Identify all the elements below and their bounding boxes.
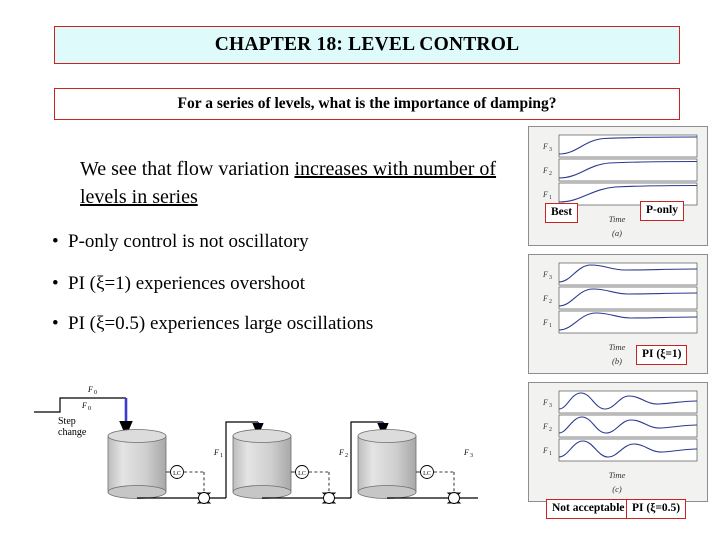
svg-text:1: 1	[220, 453, 223, 459]
process-label-f2: F	[338, 448, 344, 457]
callout-p-only: P-only	[640, 201, 684, 221]
svg-text:0: 0	[88, 406, 91, 412]
plot-b-ytick-f2: F	[542, 294, 548, 303]
plot-c-xlabel: Time	[609, 470, 626, 480]
plot-b-ytick-f3: F	[542, 270, 548, 279]
lead-paragraph-prefix: We see that flow variation	[80, 158, 295, 180]
plot-b-xlabel: Time	[609, 342, 626, 352]
process-label-lc-1: LC	[173, 471, 181, 477]
process-label-f1: F	[213, 448, 219, 457]
slide-subtitle: For a series of levels, what is the impo…	[177, 95, 557, 112]
svg-text:2: 2	[549, 299, 552, 305]
svg-text:0: 0	[94, 390, 97, 396]
plot-c-caption: (c)	[612, 484, 622, 494]
process-label-lc-3: LC	[423, 471, 431, 477]
svg-text:2: 2	[345, 453, 348, 459]
plot-panel-c: F 3 F 2 F 1 Time (c)	[528, 382, 708, 502]
plot-b-ytick-f1: F	[542, 318, 548, 327]
slide-subtitle-banner: For a series of levels, what is the impo…	[54, 88, 680, 120]
svg-text:1: 1	[549, 195, 552, 201]
slide-title-banner: CHAPTER 18: LEVEL CONTROL	[54, 26, 680, 64]
process-label-lc-2: LC	[298, 471, 306, 477]
process-flow-diagram-svg: F 0 F 0 LC F 1 LC F 2 LC F 3	[34, 385, 478, 504]
lead-paragraph: We see that flow variation increases wit…	[80, 155, 520, 211]
bullet-marker-icon: •	[52, 273, 59, 294]
plot-a-ytick-f1: F	[542, 190, 548, 199]
callout-best: Best	[545, 203, 579, 223]
callout-not-acceptable: Not acceptable	[546, 499, 631, 519]
bullet-item-1-label: P-only control is not oscillatory	[68, 231, 309, 252]
plot-panel-a-svg: F 3 F 2 F 1 Time (a)	[542, 134, 698, 238]
svg-text:3: 3	[549, 275, 552, 281]
bullet-item-2: • PI (ξ=1) experiences overshoot	[52, 273, 305, 295]
bullet-item-3-label: PI (ξ=0.5) experiences large oscillation…	[68, 313, 374, 334]
plot-c-ytick-f3: F	[542, 398, 548, 407]
plot-a-xlabel: Time	[609, 214, 626, 224]
svg-text:2: 2	[549, 171, 552, 177]
callout-pi-zeta-1: PI (ξ=1)	[636, 345, 688, 365]
process-label-f3: F	[463, 448, 469, 457]
plot-panel-a: F 3 F 2 F 1 Time (a)	[528, 126, 708, 246]
svg-text:1: 1	[549, 323, 552, 329]
process-flow-diagram: F 0 F 0 LC F 1 LC F 2 LC F 3 Step change	[26, 376, 526, 516]
page-title: CHAPTER 18: LEVEL CONTROL	[214, 34, 520, 55]
svg-text:2: 2	[549, 427, 552, 433]
plot-panel-c-svg: F 3 F 2 F 1 Time (c)	[542, 390, 698, 494]
process-label-f0: F	[87, 385, 93, 394]
bullet-item-1: • P-only control is not oscillatory	[52, 231, 309, 253]
plot-a-caption: (a)	[612, 228, 622, 238]
svg-text:1: 1	[549, 451, 552, 457]
svg-text:3: 3	[549, 403, 552, 409]
plot-c-ytick-f2: F	[542, 422, 548, 431]
process-label-f0b: F	[81, 401, 87, 410]
plot-a-ytick-f2: F	[542, 166, 548, 175]
bullet-item-2-label: PI (ξ=1) experiences overshoot	[68, 273, 306, 294]
bullet-item-3: • PI (ξ=0.5) experiences large oscillatio…	[52, 313, 373, 335]
svg-text:3: 3	[470, 453, 473, 459]
bullet-marker-icon: •	[52, 313, 59, 334]
callout-pi-zeta-05: PI (ξ=0.5)	[626, 499, 687, 519]
plot-a-ytick-f3: F	[542, 142, 548, 151]
svg-text:3: 3	[549, 147, 552, 153]
bullet-marker-icon: •	[52, 231, 59, 252]
plot-b-caption: (b)	[612, 356, 622, 366]
plot-c-ytick-f1: F	[542, 446, 548, 455]
step-change-label: Step change	[58, 416, 87, 438]
